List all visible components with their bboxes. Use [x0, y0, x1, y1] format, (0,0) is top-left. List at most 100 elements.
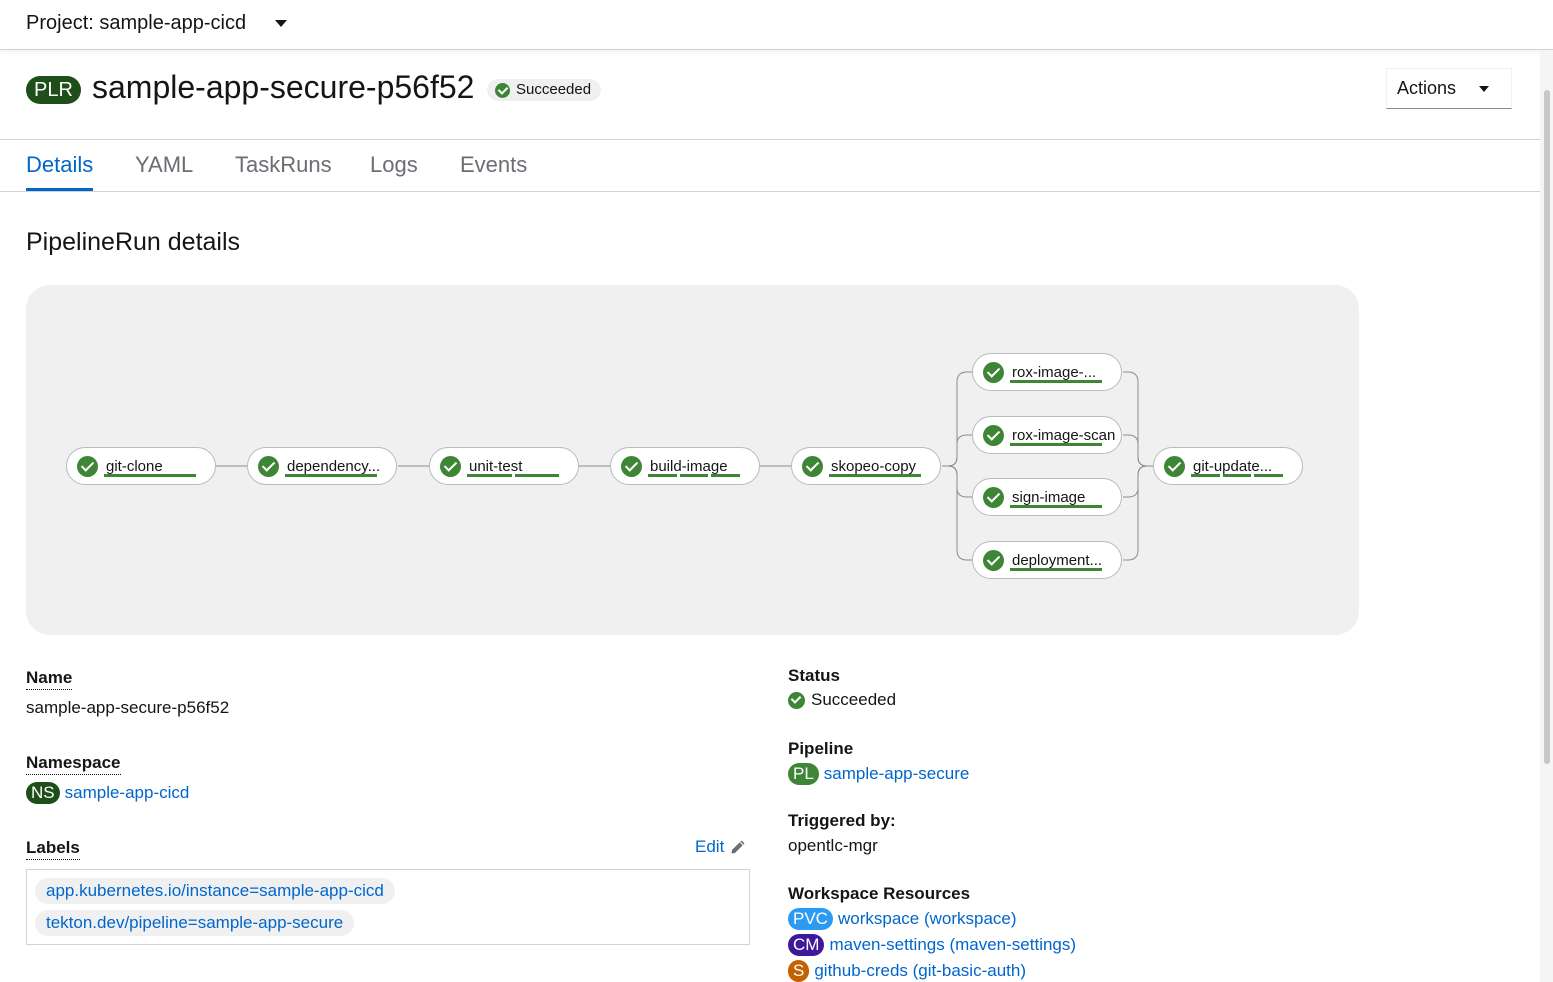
- task-step-segment: [1010, 443, 1102, 446]
- project-selector-bar: Project: sample-app-cicd: [0, 0, 1553, 50]
- pencil-icon: [731, 840, 745, 854]
- connector-line: [942, 465, 973, 561]
- namespace-link[interactable]: sample-app-cicd: [65, 783, 190, 803]
- task-step-progress: [829, 474, 921, 477]
- workspace-resource-link[interactable]: maven-settings (maven-settings): [829, 935, 1076, 955]
- task-node-rox-image-scan[interactable]: rox-image-scan: [972, 416, 1122, 454]
- check-circle-icon: [77, 455, 98, 477]
- task-step-segment: [1010, 380, 1102, 383]
- labels-label[interactable]: Labels: [26, 838, 80, 860]
- check-circle-icon: [983, 549, 1004, 571]
- resource-header: PLR sample-app-secure-p56f52 Succeeded A…: [0, 51, 1540, 140]
- label-chip[interactable]: app.kubernetes.io/instance=sample-app-ci…: [35, 878, 395, 904]
- pipeline-badge: PL: [788, 763, 819, 785]
- pipeline-visualization: git-clone dependency... unit-test build-…: [26, 285, 1359, 635]
- project-selector[interactable]: Project: sample-app-cicd: [26, 12, 246, 35]
- task-step-segment: [648, 474, 677, 477]
- task-label: unit-test: [469, 457, 523, 475]
- caret-down-icon: [1479, 86, 1489, 92]
- name-label[interactable]: Name: [26, 668, 73, 690]
- task-step-progress: [1010, 505, 1102, 508]
- task-label: git-clone: [106, 457, 163, 475]
- task-label: build-image: [650, 457, 728, 475]
- task-step-progress: [1191, 474, 1284, 477]
- namespace-badge: NS: [26, 782, 60, 804]
- workspace-resource-item: S github-creds (git-basic-auth): [788, 960, 1026, 982]
- task-step-progress: [1010, 443, 1102, 446]
- task-step-progress: [285, 474, 377, 477]
- tab-bar: Details YAML TaskRuns Logs Events: [0, 140, 1540, 192]
- tab-taskruns[interactable]: TaskRuns: [235, 152, 332, 191]
- task-node-dependency[interactable]: dependency...: [247, 447, 397, 485]
- task-node-git-update[interactable]: git-update...: [1153, 447, 1303, 485]
- task-step-progress: [1010, 380, 1102, 383]
- workspace-resource-link[interactable]: workspace (workspace): [838, 909, 1017, 929]
- check-circle-icon: [495, 82, 510, 98]
- check-circle-icon: [802, 455, 823, 477]
- task-label: dependency...: [287, 457, 381, 475]
- status-value: Succeeded: [788, 690, 896, 710]
- task-label: deployment...: [1012, 551, 1103, 569]
- task-step-segment: [285, 474, 377, 477]
- task-label: rox-image-scan: [1012, 426, 1116, 444]
- tab-events[interactable]: Events: [460, 152, 527, 191]
- check-circle-icon: [983, 361, 1004, 383]
- tab-logs[interactable]: Logs: [370, 152, 418, 191]
- task-node-sign-image[interactable]: sign-image: [972, 478, 1122, 516]
- connector-line: [942, 434, 973, 467]
- secret-badge: S: [788, 960, 810, 982]
- configmap-badge: CM: [788, 934, 825, 956]
- task-step-segment: [1254, 474, 1284, 477]
- labels-list: app.kubernetes.io/instance=sample-app-ci…: [26, 869, 750, 945]
- check-circle-icon: [621, 455, 642, 477]
- task-step-progress: [467, 474, 559, 477]
- task-step-segment: [1222, 474, 1252, 477]
- pipeline-link[interactable]: sample-app-secure: [824, 764, 970, 784]
- check-circle-icon: [983, 486, 1004, 508]
- task-node-deployment[interactable]: deployment...: [972, 541, 1122, 579]
- task-label: sign-image: [1012, 488, 1086, 506]
- edit-labels-button[interactable]: Edit: [695, 837, 746, 857]
- workspace-resource-item: CM maven-settings (maven-settings): [788, 934, 1076, 956]
- triggered-by-label: Triggered by:: [788, 811, 896, 830]
- check-circle-icon: [258, 455, 279, 477]
- name-value: sample-app-secure-p56f52: [26, 698, 230, 717]
- task-node-rox-image-check[interactable]: rox-image-...: [972, 353, 1122, 391]
- task-step-segment: [1191, 474, 1220, 477]
- pvc-badge: PVC: [788, 908, 833, 930]
- workspace-resource-item: PVC workspace (workspace): [788, 908, 1017, 930]
- pipelinerun-kind-badge: PLR: [26, 76, 81, 104]
- caret-down-icon[interactable]: [275, 20, 287, 27]
- connector-line: [1123, 465, 1154, 561]
- pipeline-label: Pipeline: [788, 739, 854, 758]
- actions-dropdown[interactable]: Actions: [1386, 68, 1512, 109]
- task-step-progress: [648, 474, 741, 477]
- status-badge: Succeeded: [487, 79, 602, 101]
- workspace-resource-link[interactable]: github-creds (git-basic-auth): [814, 961, 1026, 981]
- task-step-progress: [1010, 568, 1102, 571]
- tab-yaml[interactable]: YAML: [135, 152, 193, 191]
- task-step-segment: [104, 474, 196, 477]
- scrollbar-thumb[interactable]: [1544, 90, 1550, 764]
- task-node-git-clone[interactable]: git-clone: [66, 447, 216, 485]
- task-label: git-update...: [1193, 457, 1273, 475]
- page-title: sample-app-secure-p56f52: [92, 69, 475, 105]
- task-label: rox-image-...: [1012, 363, 1097, 381]
- task-step-segment: [1010, 568, 1102, 571]
- task-step-progress: [104, 474, 196, 477]
- task-step-segment: [829, 474, 921, 477]
- tab-details[interactable]: Details: [26, 152, 94, 191]
- check-circle-icon: [788, 691, 805, 709]
- pipeline-value: PL sample-app-secure: [788, 763, 969, 785]
- task-step-segment: [1010, 505, 1102, 508]
- task-step-segment: [514, 474, 559, 477]
- page-scrollbar[interactable]: [1540, 50, 1553, 982]
- section-title: PipelineRun details: [26, 228, 241, 256]
- workspace-resources-label: Workspace Resources: [788, 884, 971, 903]
- label-chip[interactable]: tekton.dev/pipeline=sample-app-secure: [35, 910, 355, 936]
- task-node-skopeo-copy[interactable]: skopeo-copy: [791, 447, 941, 485]
- task-node-build-image[interactable]: build-image: [610, 447, 760, 485]
- namespace-label[interactable]: Namespace: [26, 753, 121, 775]
- task-node-unit-test[interactable]: unit-test: [429, 447, 579, 485]
- actions-label: Actions: [1397, 78, 1457, 98]
